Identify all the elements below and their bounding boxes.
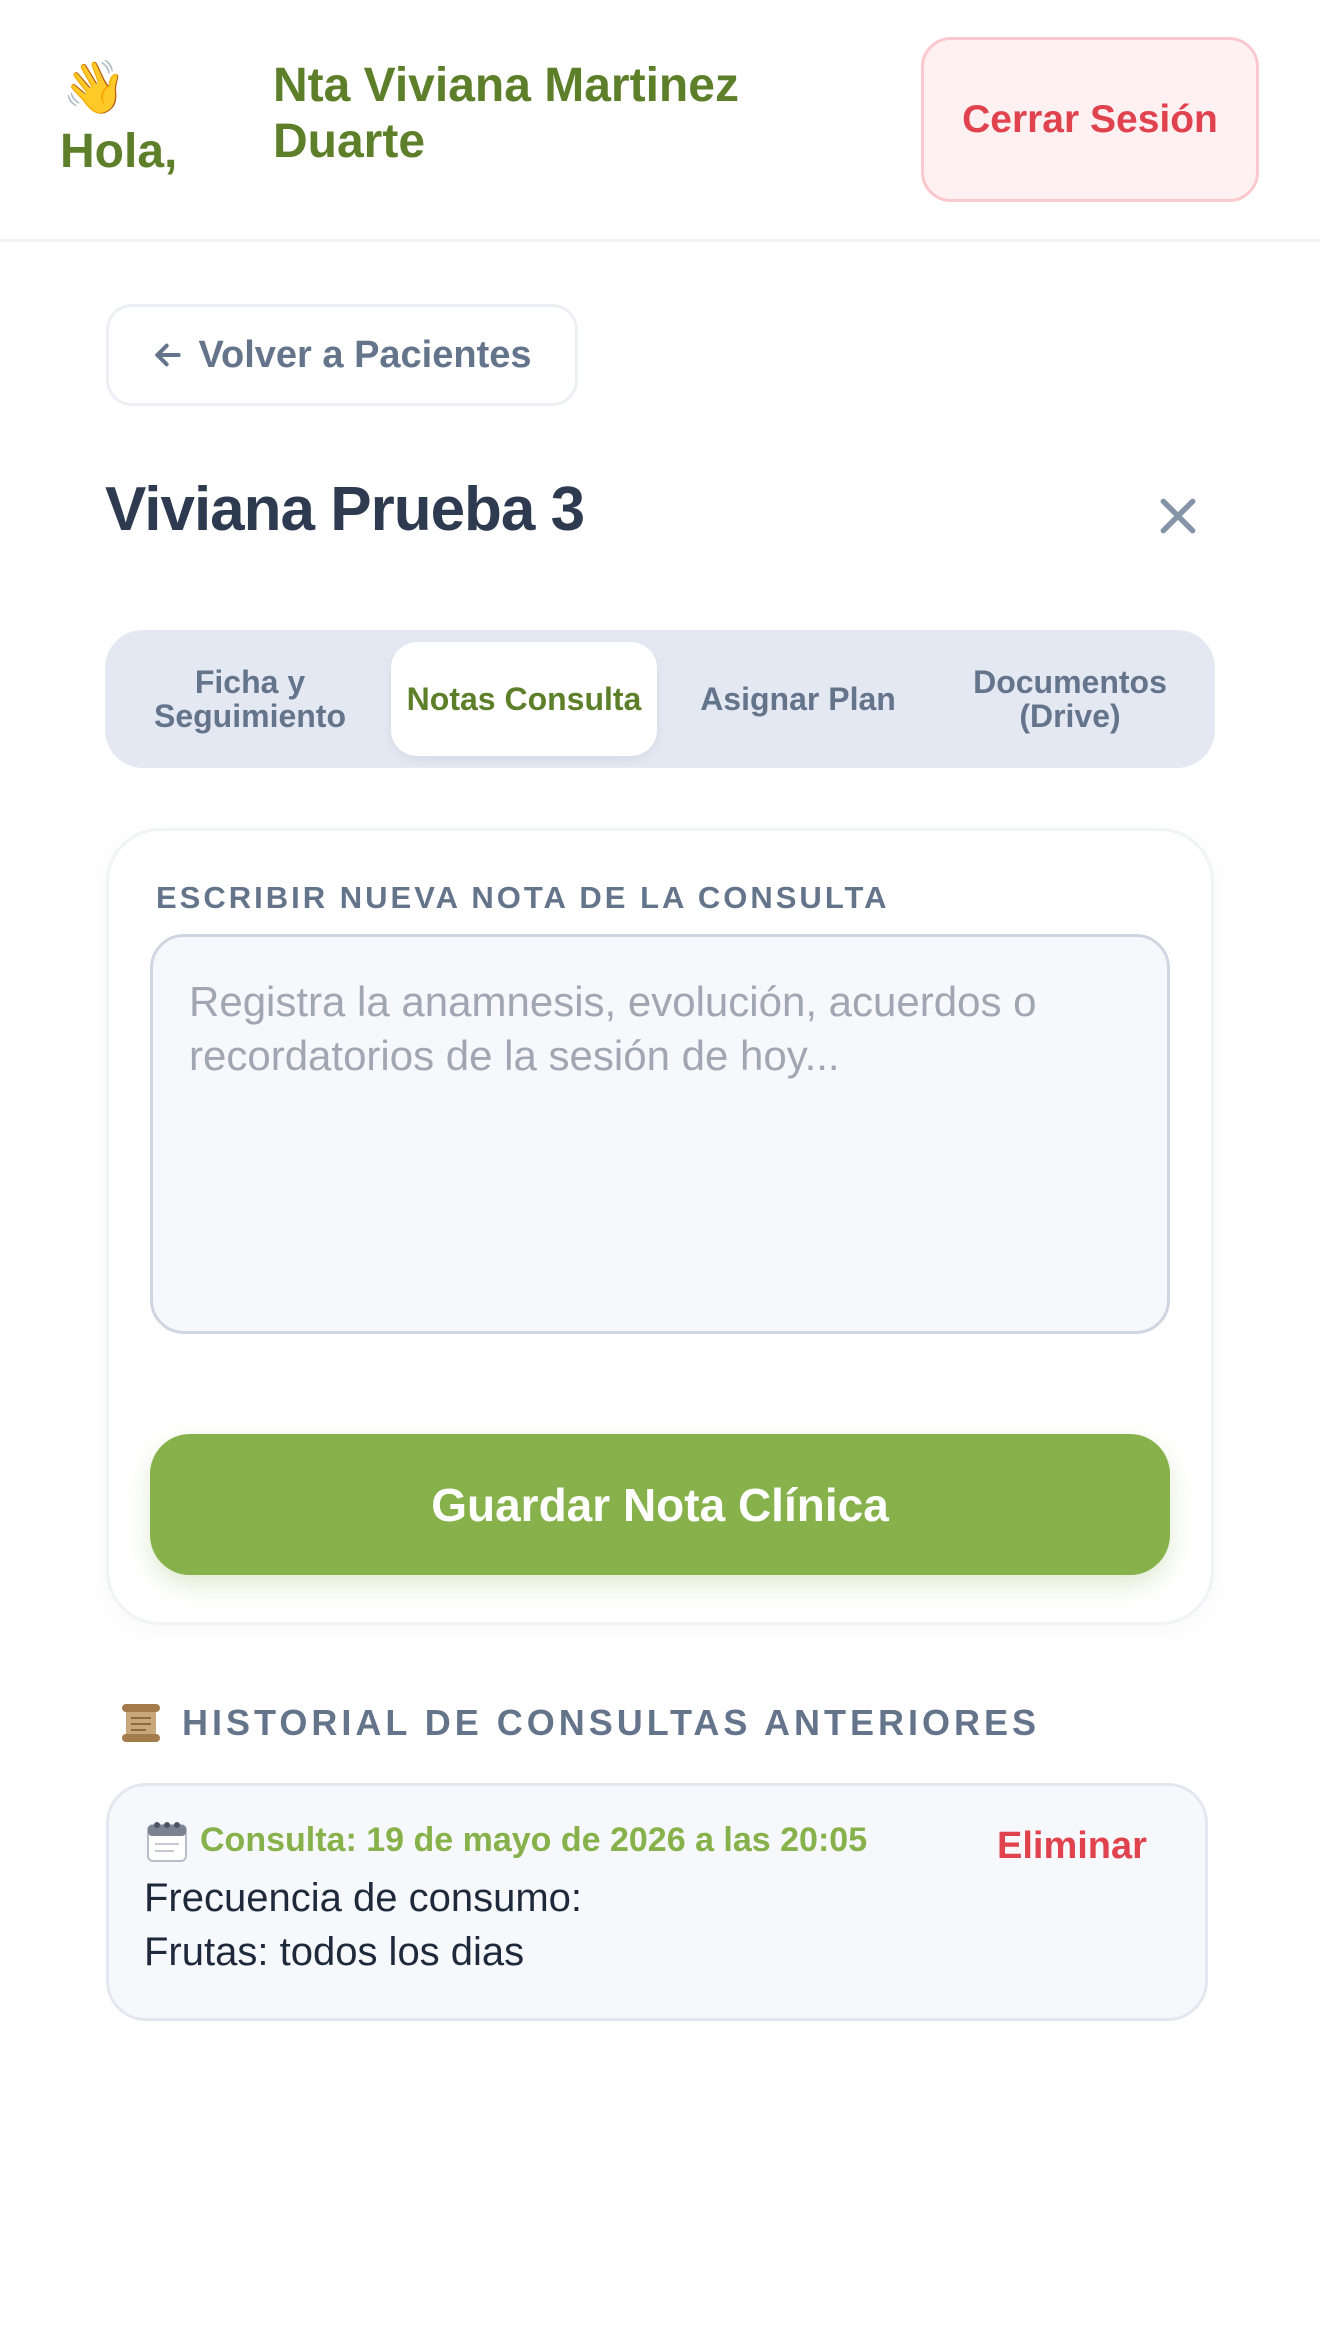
scroll-icon: [122, 1704, 160, 1742]
back-to-patients-button[interactable]: Volver a Pacientes: [106, 304, 578, 406]
arrow-left-icon: [155, 343, 182, 367]
consultation-note-line: Frutas: todos los dias: [144, 1930, 525, 1974]
consultation-note-line: Frecuencia de consumo:: [144, 1876, 583, 1920]
new-note-label: ESCRIBIR NUEVA NOTA DE LA CONSULTA: [156, 880, 890, 915]
patient-tabs: Ficha y Seguimiento Notas Consulta Asign…: [105, 630, 1215, 768]
close-icon[interactable]: [1156, 494, 1200, 538]
tab-ficha-seguimiento[interactable]: Ficha y Seguimiento: [117, 642, 383, 756]
clinical-note-input[interactable]: [150, 934, 1170, 1334]
back-button-label: Volver a Pacientes: [198, 333, 532, 376]
save-clinical-note-button[interactable]: Guardar Nota Clínica: [150, 1434, 1170, 1575]
tab-documentos-drive[interactable]: Documentos (Drive): [937, 642, 1203, 756]
user-name: Nta Viviana Martinez Duarte: [273, 59, 739, 168]
app-header: 👋 Hola, Nta Viviana Martinez Duarte Cerr…: [0, 0, 1320, 242]
history-title: HISTORIAL DE CONSULTAS ANTERIORES: [182, 1702, 1041, 1743]
tab-notas-consulta[interactable]: Notas Consulta: [391, 642, 657, 756]
consultation-date: Consulta: 19 de mayo de 2026 a las 20:05: [200, 1821, 868, 1859]
tab-asignar-plan[interactable]: Asignar Plan: [665, 642, 931, 756]
history-heading: HISTORIAL DE CONSULTAS ANTERIORES: [118, 1700, 1040, 1746]
patient-name-title: Viviana Prueba 3: [105, 475, 585, 544]
calendar-icon: [147, 1822, 187, 1862]
greeting-text: Hola,: [60, 125, 178, 178]
logout-button[interactable]: Cerrar Sesión: [921, 37, 1259, 202]
delete-consultation-button[interactable]: Eliminar: [997, 1825, 1147, 1868]
waving-hand-icon: 👋: [62, 58, 127, 118]
